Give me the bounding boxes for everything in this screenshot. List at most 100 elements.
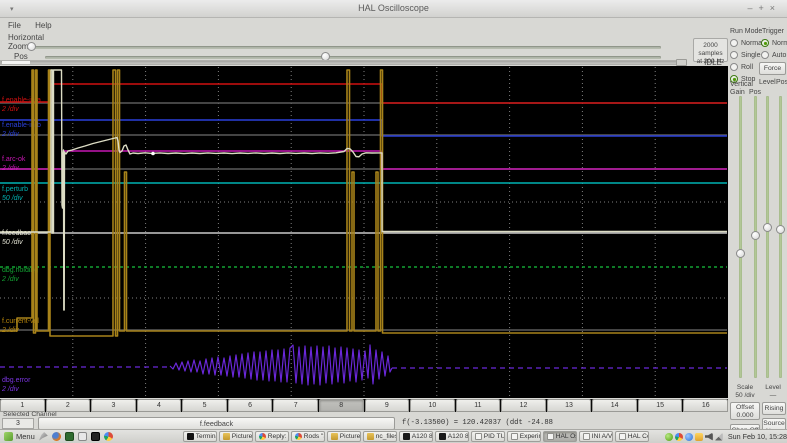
terminal-icon <box>186 433 194 440</box>
force-button[interactable]: Force <box>759 62 786 75</box>
window-button-label: PID TUNE <box>483 433 505 440</box>
signal-tray-icon[interactable] <box>714 432 723 441</box>
chrome-launcher-icon[interactable] <box>103 432 113 441</box>
vertical-gain-label: Gain <box>730 89 745 96</box>
menu-file[interactable]: File <box>8 21 21 30</box>
taskbar-window-experim-[interactable]: Experim... <box>506 431 541 442</box>
vertical-gain-slider-handle[interactable] <box>736 249 745 258</box>
pos-slider-track[interactable] <box>45 56 661 59</box>
channel-tab-16[interactable]: 16 <box>683 399 728 412</box>
network-tray-icon[interactable] <box>694 432 703 441</box>
trigger-pos-slider-handle[interactable] <box>776 225 785 234</box>
chrome-tray-icon[interactable] <box>674 432 683 441</box>
trigger-option-auto[interactable]: Auto <box>761 49 787 61</box>
trigger-option-normal[interactable]: Normal <box>761 37 787 49</box>
taskbar-window-rods-s-[interactable]: Rods "S... <box>290 431 325 442</box>
taskbar-window-terminal[interactable]: Terminal <box>182 431 217 442</box>
taskbar-menu-button[interactable]: Menu <box>0 431 39 443</box>
channel-label-dbg.error: dbg.error <box>2 377 31 384</box>
taskbar-window-nc-files[interactable]: nc_files <box>362 431 397 442</box>
window-button-label: INI A/V <box>591 433 613 440</box>
update-tray-icon[interactable] <box>664 432 673 441</box>
window-button-label: Pictures <box>339 433 361 440</box>
channel-tab-5[interactable]: 5 <box>182 399 227 412</box>
close-button[interactable]: × <box>770 3 781 13</box>
taskbar-window-pictures[interactable]: Pictures <box>326 431 361 442</box>
run-mode-radio-label: Single <box>741 51 761 59</box>
vertical-pos-slider-track[interactable] <box>751 96 760 378</box>
trigger-level-slider-track[interactable] <box>763 96 772 378</box>
channel-tab-10[interactable]: 10 <box>410 399 455 412</box>
menu-bar: File Help <box>8 21 64 30</box>
channel-tab-9[interactable]: 9 <box>364 399 410 412</box>
zoom-slider-handle[interactable] <box>27 42 36 51</box>
taskbar-window-a120-80-[interactable]: A120 80... <box>398 431 433 442</box>
channel-tab-12[interactable]: 12 <box>501 399 546 412</box>
taskbar-window-hal-co-[interactable]: HAL Co... <box>614 431 649 442</box>
window-list: Terminal Pictures Reply: -... Rods "S... Pic… <box>182 431 651 442</box>
taskbar-window-pid-tune[interactable]: PID TUNE <box>470 431 505 442</box>
window-icon <box>510 433 518 440</box>
channel-tab-bar: 1 2 3 4 5 6 7 8 9 10 11 12 13 14 15 16 <box>0 399 728 412</box>
menu-help[interactable]: Help <box>35 21 51 30</box>
channel-tab-4[interactable]: 4 <box>136 399 182 412</box>
trigger-radio-auto[interactable] <box>761 51 769 59</box>
pen-launcher-icon[interactable] <box>38 432 48 441</box>
terminal-dark-launcher-icon[interactable] <box>90 432 100 441</box>
taskbar-window-a120-80-[interactable]: A120 80... <box>434 431 469 442</box>
taskbar-window-hal-osc-[interactable]: HAL Osc... <box>542 431 577 442</box>
folder-icon <box>366 433 374 440</box>
taskbar-clock[interactable]: Sun Feb 10, 15:28 <box>728 432 787 441</box>
oscilloscope-display[interactable]: f.enable-in-a 2 /div f.enable-in-b 2 /div f.… <box>0 66 728 398</box>
zoom-slider-track[interactable] <box>27 46 661 49</box>
offset-value: 0.000 <box>736 412 754 419</box>
volume-tray-icon[interactable] <box>704 432 713 441</box>
channel-tab-11[interactable]: 11 <box>455 399 501 412</box>
channel-tab-6[interactable]: 6 <box>227 399 273 412</box>
taskbar-window-pictures[interactable]: Pictures <box>218 431 253 442</box>
window-buttons[interactable]: –+× <box>747 3 781 13</box>
channel-label-f.feedback: f.feedback <box>2 230 35 237</box>
trace-f.enable-in-a <box>0 83 727 104</box>
terminal-green-launcher-icon[interactable] <box>64 432 74 441</box>
mint-menu-icon <box>4 432 13 441</box>
trigger-pos-slider-track[interactable] <box>776 96 785 378</box>
screen-launcher-icon[interactable] <box>77 432 87 441</box>
vertical-gain-slider-track[interactable] <box>736 96 745 378</box>
folder-icon <box>330 433 338 440</box>
app-dark-icon <box>438 433 446 440</box>
run-mode-radio-normal[interactable] <box>730 39 738 47</box>
firefox-launcher-icon[interactable] <box>51 432 61 441</box>
channel-scale-f.perturb: 50 /div <box>2 195 23 202</box>
trigger-radio-normal[interactable] <box>761 39 769 47</box>
channel-tab-7[interactable]: 7 <box>273 399 318 412</box>
window-icon <box>582 433 590 440</box>
run-mode-radios: Normal Single Roll Stop <box>730 37 764 85</box>
record-progress-thumb[interactable] <box>676 59 687 66</box>
vertical-pos-slider-handle[interactable] <box>751 231 760 240</box>
run-mode-option-single[interactable]: Single <box>730 49 764 61</box>
run-mode-option-normal[interactable]: Normal <box>730 37 764 49</box>
trigger-level-slider-handle[interactable] <box>763 223 772 232</box>
blue-tray-icon[interactable] <box>684 432 693 441</box>
channel-tab-15[interactable]: 15 <box>637 399 683 412</box>
run-mode-radio-single[interactable] <box>730 51 738 59</box>
channel-tab-14[interactable]: 14 <box>592 399 637 412</box>
channel-tab-13[interactable]: 13 <box>546 399 592 412</box>
scope-canvas: f.enable-in-a2 /divf.enable-in-b2 /divf.… <box>0 67 727 397</box>
scale-value: 50 /div <box>735 392 755 399</box>
title-bar[interactable]: ▾ HAL Oscilloscope –+× <box>0 0 787 18</box>
channel-scale-dbg.holding: 2 /div <box>1 276 19 283</box>
maximize-button[interactable]: + <box>758 3 769 13</box>
offset-button[interactable]: Offset 0.000 <box>730 402 760 420</box>
channel-tab-8[interactable]: 8 <box>318 399 364 412</box>
minimize-button[interactable]: – <box>747 3 758 13</box>
channel-tab-3[interactable]: 3 <box>91 399 136 412</box>
run-mode-radio-label: Roll <box>741 63 754 71</box>
slope-button[interactable]: Rising <box>762 402 786 415</box>
taskbar-window-reply-[interactable]: Reply: -... <box>254 431 289 442</box>
taskbar-window-ini-a-v[interactable]: INI A/V <box>578 431 613 442</box>
run-mode-radio-roll[interactable] <box>730 63 738 71</box>
window-title: HAL Oscilloscope <box>358 3 429 13</box>
trace-f.feedback <box>0 69 727 311</box>
